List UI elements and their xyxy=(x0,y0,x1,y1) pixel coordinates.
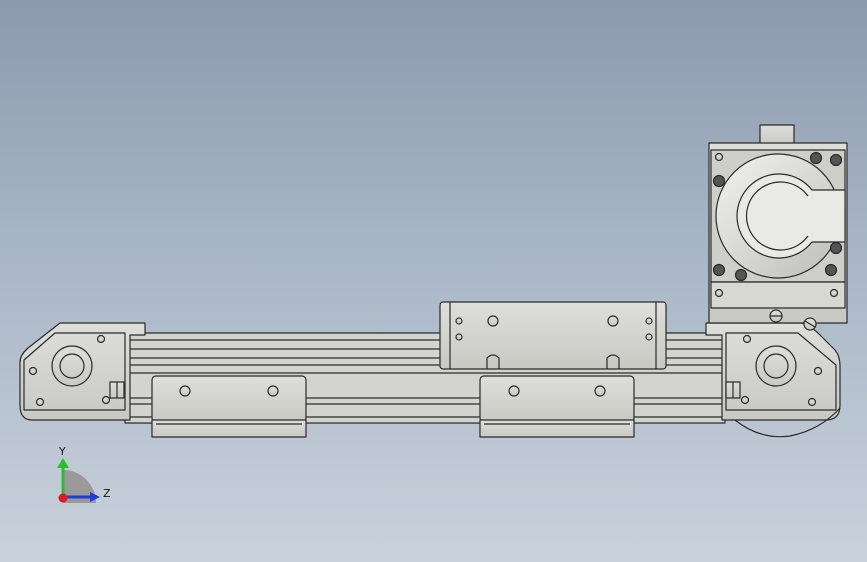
motor-assembly xyxy=(708,124,848,331)
actuator-model-drawing[interactable]: Y Z xyxy=(0,0,867,562)
z-axis-label: Z xyxy=(103,487,111,500)
axis-triad: Y Z xyxy=(57,445,111,503)
x-axis-origin xyxy=(58,493,68,503)
left-end-cap xyxy=(19,322,146,421)
lower-slider-left xyxy=(151,375,307,438)
y-axis-arrowhead xyxy=(57,458,69,468)
top-carriage-block xyxy=(439,301,667,370)
y-axis-label: Y xyxy=(58,445,66,458)
lower-slider-right xyxy=(479,375,635,438)
right-end-cap xyxy=(705,322,841,438)
cad-graphics-viewport[interactable]: Y Z xyxy=(0,0,867,562)
